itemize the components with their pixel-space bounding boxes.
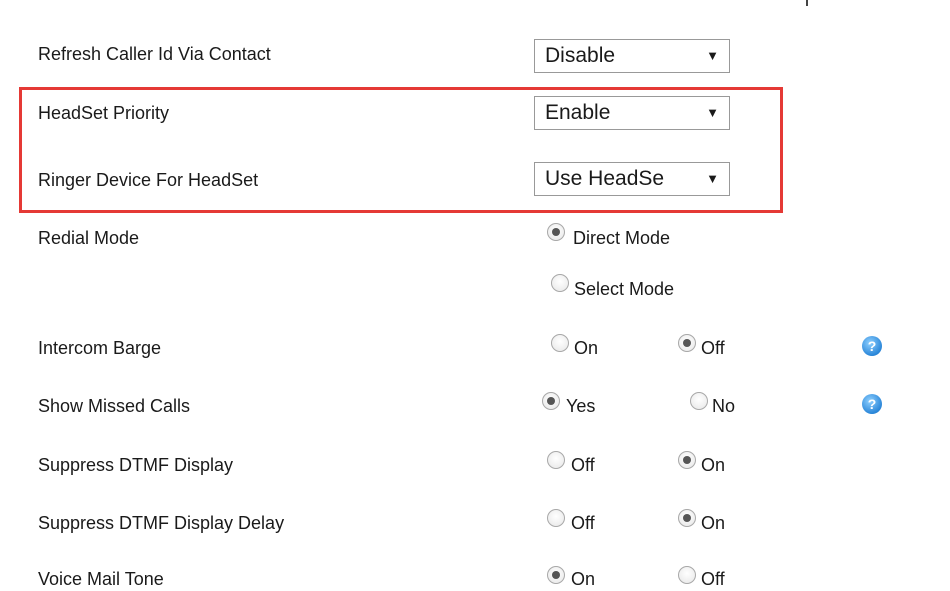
intercom-off-radio[interactable] — [678, 334, 696, 352]
missed-no-radio[interactable] — [690, 392, 708, 410]
dtmf-off-radio[interactable] — [547, 451, 565, 469]
headset-priority-select[interactable]: Enable ▼ — [534, 96, 730, 130]
dropdown-arrow-icon: ▼ — [706, 105, 719, 120]
intercom-on-label: On — [574, 338, 599, 358]
refresh-caller-id-value: Disable — [545, 44, 616, 67]
intercom-off-label: Off — [701, 338, 725, 358]
dtmf-delay-on-radio[interactable] — [678, 509, 696, 527]
missed-yes-label: Yes — [566, 396, 596, 416]
voice-mail-tone-label: Voice Mail Tone — [38, 569, 164, 589]
redial-select-label: Select Mode — [574, 279, 675, 299]
vm-tone-on-label: On — [571, 569, 596, 589]
intercom-barge-label: Intercom Barge — [38, 338, 162, 358]
vm-tone-off-radio[interactable] — [678, 566, 696, 584]
dtmf-delay-off-radio[interactable] — [547, 509, 565, 527]
missed-yes-radio[interactable] — [542, 392, 560, 410]
headset-priority-value: Enable — [545, 101, 611, 124]
top-divider-mark — [806, 0, 808, 6]
help-icon[interactable]: ? — [862, 394, 882, 414]
dtmf-on-label: On — [701, 455, 726, 475]
redial-select-radio[interactable] — [551, 274, 569, 292]
vm-tone-off-label: Off — [701, 569, 725, 589]
redial-direct-label: Direct Mode — [573, 228, 671, 248]
intercom-on-radio[interactable] — [551, 334, 569, 352]
ringer-device-value: Use HeadSe — [545, 167, 665, 190]
show-missed-calls-label: Show Missed Calls — [38, 396, 191, 416]
ringer-device-label: Ringer Device For HeadSet — [38, 170, 259, 190]
missed-no-label: No — [712, 396, 736, 416]
dtmf-on-radio[interactable] — [678, 451, 696, 469]
ringer-device-select[interactable]: Use HeadSe ▼ — [534, 162, 730, 196]
dropdown-arrow-icon: ▼ — [706, 48, 719, 63]
dtmf-delay-off-label: Off — [571, 513, 595, 533]
redial-direct-radio[interactable] — [547, 223, 565, 241]
redial-mode-label: Redial Mode — [38, 228, 140, 248]
refresh-caller-id-label: Refresh Caller Id Via Contact — [38, 44, 271, 64]
dtmf-delay-on-label: On — [701, 513, 726, 533]
suppress-dtmf-label: Suppress DTMF Display — [38, 455, 234, 475]
headset-priority-label: HeadSet Priority — [38, 103, 170, 123]
vm-tone-on-radio[interactable] — [547, 566, 565, 584]
dtmf-off-label: Off — [571, 455, 595, 475]
refresh-caller-id-select[interactable]: Disable ▼ — [534, 39, 730, 73]
dropdown-arrow-icon: ▼ — [706, 171, 719, 186]
help-icon[interactable]: ? — [862, 336, 882, 356]
suppress-dtmf-delay-label: Suppress DTMF Display Delay — [38, 513, 285, 533]
